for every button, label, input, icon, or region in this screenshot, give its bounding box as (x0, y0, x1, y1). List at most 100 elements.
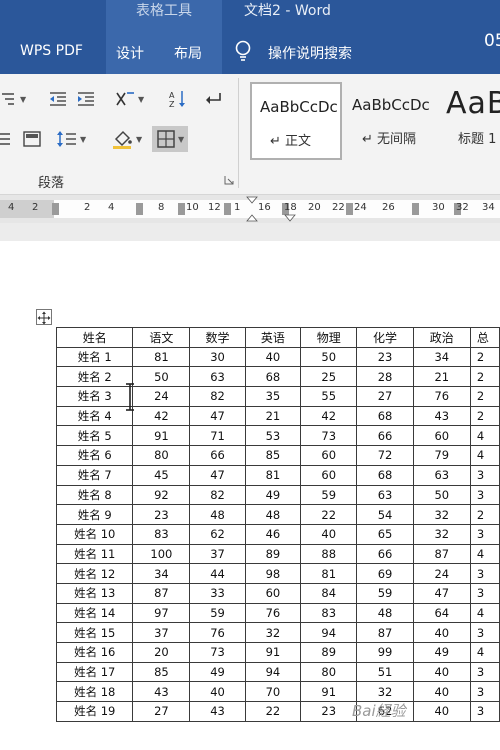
score-cell[interactable]: 65 (356, 523, 414, 545)
header-name[interactable]: 姓名 (55, 327, 134, 348)
score-cell[interactable]: 89 (300, 642, 358, 663)
score-cell[interactable]: 83 (132, 523, 191, 545)
score-cell[interactable]: 100 (132, 543, 191, 565)
ruler-column-marker[interactable] (52, 203, 59, 215)
score-cell[interactable]: 73 (300, 425, 358, 447)
shading-button[interactable]: ▼ (112, 128, 142, 150)
ruler-column-marker[interactable] (136, 203, 143, 215)
ruler-indent-marker-icon[interactable] (246, 195, 258, 223)
score-cell[interactable]: 34 (412, 346, 471, 368)
ruler-column-marker[interactable] (346, 203, 353, 215)
score-cell[interactable]: 72 (356, 445, 414, 466)
student-name-cell[interactable]: 姓名 7 (55, 464, 134, 486)
header-politics[interactable]: 政治 (412, 327, 471, 348)
tab-design[interactable]: 设计 (116, 43, 144, 63)
score-cell[interactable]: 63 (412, 464, 471, 486)
chinese-layout-button[interactable]: ▼ (114, 88, 144, 110)
score-cell[interactable]: 59 (300, 484, 358, 506)
score-cell[interactable]: 99 (356, 642, 414, 663)
score-cell[interactable]: 40 (300, 523, 358, 545)
score-cell[interactable]: 3 (469, 582, 500, 604)
score-cell[interactable]: 70 (244, 681, 302, 703)
student-name-cell[interactable]: 姓名 18 (55, 681, 134, 703)
score-cell[interactable]: 4 (469, 445, 500, 466)
score-cell[interactable]: 59 (356, 582, 414, 604)
score-cell[interactable]: 47 (412, 582, 471, 604)
score-cell[interactable]: 76 (412, 386, 471, 407)
score-cell[interactable]: 55 (300, 386, 358, 407)
score-cell[interactable]: 43 (132, 681, 191, 703)
score-cell[interactable]: 48 (189, 504, 246, 525)
score-cell[interactable]: 21 (412, 366, 471, 388)
score-cell[interactable]: 34 (132, 563, 191, 584)
score-cell[interactable]: 49 (412, 642, 471, 663)
score-cell[interactable]: 68 (244, 366, 302, 388)
student-name-cell[interactable]: 姓名 13 (55, 582, 134, 604)
student-name-cell[interactable]: 姓名 6 (55, 445, 134, 466)
score-cell[interactable]: 69 (356, 563, 414, 584)
score-cell[interactable]: 40 (244, 346, 302, 368)
score-cell[interactable]: 82 (189, 386, 246, 407)
score-cell[interactable]: 32 (412, 523, 471, 545)
show-marks-button[interactable] (204, 88, 224, 110)
score-cell[interactable]: 49 (189, 661, 246, 683)
score-cell[interactable]: 66 (356, 425, 414, 447)
decrease-indent-button[interactable] (48, 88, 68, 110)
student-name-cell[interactable]: 姓名 3 (55, 386, 134, 407)
score-cell[interactable]: 3 (469, 484, 500, 506)
student-name-cell[interactable]: 姓名 1 (55, 346, 134, 368)
score-cell[interactable]: 73 (189, 642, 246, 663)
score-cell[interactable]: 82 (189, 484, 246, 506)
score-cell[interactable]: 40 (412, 661, 471, 683)
score-cell[interactable]: 60 (244, 582, 302, 604)
student-name-cell[interactable]: 姓名 10 (55, 523, 134, 545)
score-cell[interactable]: 4 (469, 602, 500, 624)
score-cell[interactable]: 2 (469, 386, 500, 407)
table-move-handle[interactable] (36, 309, 52, 325)
style-heading-1[interactable]: AaB 标题 1 (438, 82, 500, 160)
header-total[interactable]: 总 (469, 327, 500, 348)
score-cell[interactable]: 35 (244, 386, 302, 407)
score-cell[interactable]: 54 (356, 504, 414, 525)
score-cell[interactable]: 23 (132, 504, 191, 525)
score-cell[interactable]: 94 (300, 622, 358, 643)
score-cell[interactable]: 50 (132, 366, 191, 388)
score-cell[interactable]: 87 (132, 582, 191, 604)
score-cell[interactable]: 87 (412, 543, 471, 565)
score-cell[interactable]: 46 (244, 523, 302, 545)
score-cell[interactable]: 68 (356, 464, 414, 486)
score-cell[interactable]: 2 (469, 504, 500, 525)
student-name-cell[interactable]: 姓名 17 (55, 661, 134, 683)
score-cell[interactable]: 27 (132, 701, 191, 722)
column-button[interactable] (22, 128, 42, 150)
score-cell[interactable]: 4 (469, 543, 500, 565)
score-cell[interactable]: 24 (412, 563, 471, 584)
score-cell[interactable]: 20 (132, 642, 191, 663)
score-cell[interactable]: 3 (469, 681, 500, 703)
score-cell[interactable]: 49 (244, 484, 302, 506)
score-cell[interactable]: 76 (189, 622, 246, 643)
score-cell[interactable]: 25 (300, 366, 358, 388)
score-cell[interactable]: 53 (244, 425, 302, 447)
score-cell[interactable]: 3 (469, 622, 500, 643)
score-cell[interactable]: 2 (469, 346, 500, 368)
score-cell[interactable]: 3 (469, 563, 500, 584)
score-cell[interactable]: 64 (412, 602, 471, 624)
score-cell[interactable]: 66 (356, 543, 414, 565)
score-cell[interactable]: 68 (356, 405, 414, 427)
score-cell[interactable]: 42 (300, 405, 358, 427)
score-cell[interactable]: 62 (189, 523, 246, 545)
score-cell[interactable]: 79 (412, 445, 471, 466)
score-cell[interactable]: 30 (189, 346, 246, 368)
score-cell[interactable]: 42 (132, 405, 191, 427)
score-cell[interactable]: 89 (244, 543, 302, 565)
tell-me-search[interactable]: 操作说明搜索 (268, 43, 352, 63)
score-cell[interactable]: 80 (132, 445, 191, 466)
score-cell[interactable]: 50 (412, 484, 471, 506)
score-cell[interactable]: 43 (412, 405, 471, 427)
score-cell[interactable]: 83 (300, 602, 358, 624)
score-cell[interactable]: 85 (244, 445, 302, 466)
score-cell[interactable]: 80 (300, 661, 358, 683)
grades-table[interactable]: 姓名 语文 数学 英语 物理 化学 政治 总 姓名 1 81 30 40 50 23 34 2… (55, 327, 500, 722)
score-cell[interactable]: 98 (244, 563, 302, 584)
